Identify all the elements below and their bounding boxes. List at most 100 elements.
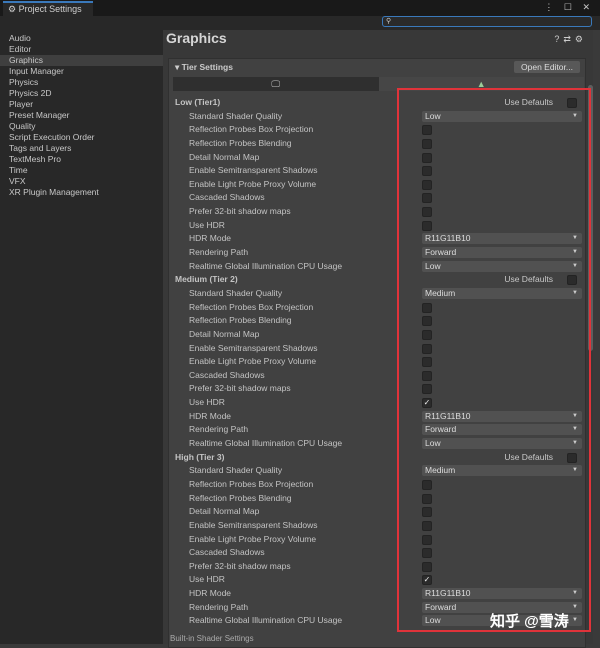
builtin-shader-settings-header[interactable]: Built-in Shader Settings	[170, 634, 254, 643]
setting-row-detail-normal: Detail Normal Map	[173, 505, 583, 519]
box-proj-checkbox[interactable]	[422, 302, 432, 313]
gi-cpu-dropdown[interactable]: Low ▼	[422, 260, 582, 272]
setting-label: Rendering Path	[189, 601, 249, 612]
sidebar-item-input-manager[interactable]: Input Manager	[0, 66, 163, 77]
use-defaults-label: Use Defaults	[504, 274, 553, 285]
tab-android[interactable]: ▲	[378, 77, 584, 91]
chevron-down-icon: ▼	[572, 262, 578, 269]
preset-icon[interactable]: ⇄	[563, 34, 575, 44]
sidebar-item-vfx[interactable]: VFX	[0, 176, 163, 187]
sidebar: Audio Editor Graphics Input Manager Physics P…	[0, 30, 163, 644]
sidebar-item-audio[interactable]: Audio	[0, 33, 163, 44]
cascaded-checkbox[interactable]	[422, 548, 432, 559]
setting-label: Standard Shader Quality	[189, 110, 283, 121]
dropdown-value: Low	[425, 438, 441, 449]
lppv-checkbox[interactable]	[422, 179, 432, 190]
prefer32-checkbox[interactable]	[422, 384, 432, 395]
setting-label: Detail Normal Map	[189, 151, 260, 162]
setting-row-gi-cpu: Realtime Global Illumination CPU Usage Lo…	[173, 437, 583, 451]
sidebar-item-tags-and-layers[interactable]: Tags and Layers	[0, 143, 163, 154]
monitor-icon: 🖵	[271, 79, 281, 89]
setting-row-box-proj: Reflection Probes Box Projection	[173, 478, 583, 492]
setting-label: Prefer 32-bit shadow maps	[189, 206, 291, 217]
setting-row-semi-shadows: Enable Semitransparent Shadows	[173, 519, 583, 533]
setting-label: Realtime Global Illumination CPU Usage	[189, 438, 343, 449]
semi-shadows-checkbox[interactable]	[422, 166, 432, 177]
setting-label: Realtime Global Illumination CPU Usage	[189, 615, 343, 626]
hdr-mode-dropdown[interactable]: R11G11B10 ▼	[422, 233, 582, 245]
setting-label: Realtime Global Illumination CPU Usage	[189, 260, 343, 271]
watermark: 知乎 @雪涛	[490, 613, 569, 630]
prefer32-checkbox[interactable]	[422, 561, 432, 572]
chevron-down-icon: ▼	[572, 617, 578, 624]
scrollbar[interactable]	[588, 85, 593, 351]
blending-checkbox[interactable]	[422, 138, 432, 149]
tab-standalone[interactable]: 🖵	[173, 77, 379, 91]
blending-checkbox[interactable]	[422, 316, 432, 327]
chevron-down-icon: ▼	[572, 467, 578, 474]
tier-settings-panel: ▾ Tier Settings Open Editor... 🖵 ▲ Low (…	[168, 58, 586, 648]
settings-gear-icon[interactable]: ⚙	[575, 34, 587, 44]
sidebar-item-player[interactable]: Player	[0, 99, 163, 110]
window-tab[interactable]: ⚙ Project Settings	[3, 1, 93, 16]
setting-label: Reflection Probes Blending	[189, 137, 292, 148]
hdr-mode-dropdown[interactable]: R11G11B10 ▼	[422, 410, 582, 422]
semi-shadows-checkbox[interactable]	[422, 520, 432, 531]
hdr-mode-dropdown[interactable]: R11G11B10 ▼	[422, 588, 582, 600]
search-input[interactable]: ⚲	[382, 16, 592, 27]
use-defaults-checkbox[interactable]	[567, 275, 577, 286]
sidebar-item-quality[interactable]: Quality	[0, 121, 163, 132]
sidebar-item-xr-plugin-management[interactable]: XR Plugin Management	[0, 187, 163, 198]
setting-row-prefer32: Prefer 32-bit shadow maps	[173, 382, 583, 396]
tier-label: High (Tier 3)	[175, 451, 225, 462]
lppv-checkbox[interactable]	[422, 357, 432, 368]
sidebar-item-textmesh-pro[interactable]: TextMesh Pro	[0, 154, 163, 165]
setting-row-semi-shadows: Enable Semitransparent Shadows	[173, 342, 583, 356]
rendering-path-dropdown[interactable]: Forward ▼	[422, 247, 582, 259]
use-defaults-checkbox[interactable]	[567, 98, 577, 108]
use-hdr-checkbox[interactable]: ✓	[422, 575, 432, 586]
dropdown-value: Forward	[425, 424, 457, 435]
box-proj-checkbox[interactable]	[422, 479, 432, 490]
setting-label: Reflection Probes Box Projection	[189, 478, 314, 489]
open-editor-button[interactable]: Open Editor...	[514, 61, 580, 73]
detail-normal-checkbox[interactable]	[422, 152, 432, 163]
cascaded-checkbox[interactable]	[422, 370, 432, 381]
window-controls[interactable]: ⋮ ☐ ✕	[544, 2, 594, 13]
sidebar-item-preset-manager[interactable]: Preset Manager	[0, 110, 163, 121]
setting-label: HDR Mode	[189, 588, 232, 599]
sidebar-item-physics[interactable]: Physics	[0, 77, 163, 88]
shader-quality-dropdown[interactable]: Medium ▼	[422, 287, 582, 299]
setting-row-blending: Reflection Probes Blending	[173, 492, 583, 506]
blending-checkbox[interactable]	[422, 493, 432, 504]
chevron-down-icon: ▼	[572, 590, 578, 597]
setting-label: Enable Semitransparent Shadows	[189, 165, 318, 176]
setting-label: Use HDR	[189, 574, 225, 585]
gi-cpu-dropdown[interactable]: Low ▼	[422, 438, 582, 450]
cascaded-checkbox[interactable]	[422, 193, 432, 204]
rendering-path-dropdown[interactable]: Forward ▼	[422, 424, 582, 436]
lppv-checkbox[interactable]	[422, 534, 432, 545]
shader-quality-dropdown[interactable]: Low ▼	[422, 110, 582, 122]
prefer32-checkbox[interactable]	[422, 207, 432, 218]
shader-quality-dropdown[interactable]: Medium ▼	[422, 465, 582, 477]
setting-row-cascaded: Cascaded Shadows	[173, 191, 583, 205]
use-defaults-checkbox[interactable]	[567, 452, 577, 463]
setting-label: Prefer 32-bit shadow maps	[189, 383, 291, 394]
box-proj-checkbox[interactable]	[422, 125, 432, 136]
detail-normal-checkbox[interactable]	[422, 507, 432, 518]
detail-normal-checkbox[interactable]	[422, 329, 432, 340]
sidebar-item-editor[interactable]: Editor	[0, 44, 163, 55]
sidebar-item-script-execution-order[interactable]: Script Execution Order	[0, 132, 163, 143]
use-hdr-checkbox[interactable]: ✓	[422, 398, 432, 409]
sidebar-item-time[interactable]: Time	[0, 165, 163, 176]
sidebar-item-graphics[interactable]: Graphics	[0, 55, 163, 66]
setting-row-cascaded: Cascaded Shadows	[173, 369, 583, 383]
tier-header: Low (Tier1) Use Defaults	[173, 96, 583, 110]
dropdown-value: Medium	[425, 287, 456, 298]
setting-label: Enable Semitransparent Shadows	[189, 342, 318, 353]
sidebar-item-physics-2d[interactable]: Physics 2D	[0, 88, 163, 99]
semi-shadows-checkbox[interactable]	[422, 343, 432, 354]
use-hdr-checkbox[interactable]	[422, 220, 432, 231]
search-icon: ⚲	[386, 18, 392, 25]
